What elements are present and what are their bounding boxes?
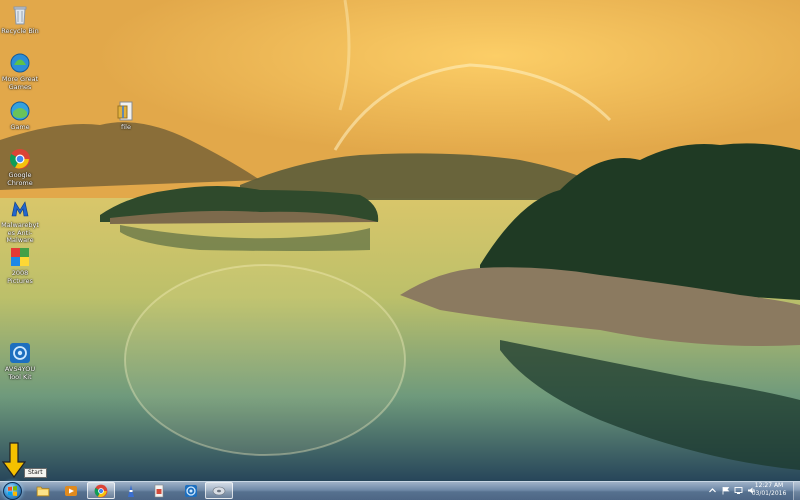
- chrome-icon: [9, 149, 30, 169]
- desktop-icon-recycle-bin[interactable]: Recycle Bin: [0, 4, 40, 36]
- recycle-bin-icon: [13, 6, 27, 25]
- show-desktop-button[interactable]: [793, 482, 800, 500]
- taskbar-app-5[interactable]: [147, 482, 171, 499]
- games-icon: [10, 53, 30, 73]
- media-player-icon: [65, 485, 77, 496]
- desktop-icon-malwarebytes[interactable]: Malwarebytes Anti-Malware: [0, 198, 40, 245]
- taskbar-app-7[interactable]: [205, 482, 233, 499]
- desktop[interactable]: Recycle Bin More Great Games Game Google…: [0, 0, 800, 481]
- wallpaper-lake-landscape: [0, 0, 800, 481]
- desktop-icon-file[interactable]: file: [106, 100, 146, 132]
- desktop-icon-avs4you[interactable]: AVS4YOU Tool Kit: [0, 342, 40, 381]
- annotation-arrow-icon: [2, 442, 26, 478]
- windows-logo-icon: [8, 486, 17, 496]
- taskbar-clock[interactable]: 12:27 AM 03/01/2016: [748, 482, 790, 499]
- disk-icon: [212, 486, 226, 495]
- game-icon: [10, 101, 30, 121]
- desktop-icon-label: 2008 Pictures: [7, 269, 33, 285]
- file-icon: [117, 101, 133, 121]
- desktop-icon-game[interactable]: Game: [0, 100, 40, 132]
- desktop-icon-label: AVS4YOU Tool Kit: [4, 365, 36, 381]
- desktop-icon-label: Malwarebytes Anti-Malware: [1, 221, 39, 244]
- desktop-icon-label: Recycle Bin: [1, 27, 39, 35]
- taskbar-google-chrome[interactable]: [87, 482, 115, 499]
- flag-icon[interactable]: [721, 486, 730, 495]
- desktop-icon-label: file: [121, 123, 131, 131]
- document-app-icon: [154, 484, 164, 497]
- start-button[interactable]: [3, 482, 22, 500]
- malwarebytes-icon: [11, 201, 29, 217]
- desktop-icon-label: More Great Games: [1, 75, 39, 91]
- desktop-icon-label: Game: [10, 123, 30, 131]
- target-icon: [185, 484, 197, 497]
- chrome-icon: [94, 484, 108, 497]
- network-icon[interactable]: [734, 486, 743, 495]
- folder-icon: [36, 486, 50, 496]
- pictures-icon: [11, 248, 29, 266]
- avs-icon: [10, 343, 30, 363]
- taskbar-windows-explorer[interactable]: [31, 482, 55, 499]
- desktop-icon-label: Google Chrome: [7, 171, 33, 187]
- desktop-icon-google-chrome[interactable]: Google Chrome: [0, 148, 40, 187]
- taskbar-app-6[interactable]: [179, 482, 203, 499]
- taskbar-media-player[interactable]: [59, 482, 83, 499]
- desktop-icon-2008-pictures[interactable]: 2008 Pictures: [0, 246, 40, 285]
- start-tooltip: Start: [24, 468, 47, 478]
- desktop-icon-more-great-games[interactable]: More Great Games: [0, 52, 40, 91]
- app-icon: [128, 484, 134, 497]
- clock-time: 12:27 AM: [754, 482, 784, 489]
- taskbar-app-4[interactable]: [119, 482, 143, 499]
- clock-date: 03/01/2016: [751, 489, 787, 497]
- chevron-up-icon[interactable]: [708, 486, 717, 495]
